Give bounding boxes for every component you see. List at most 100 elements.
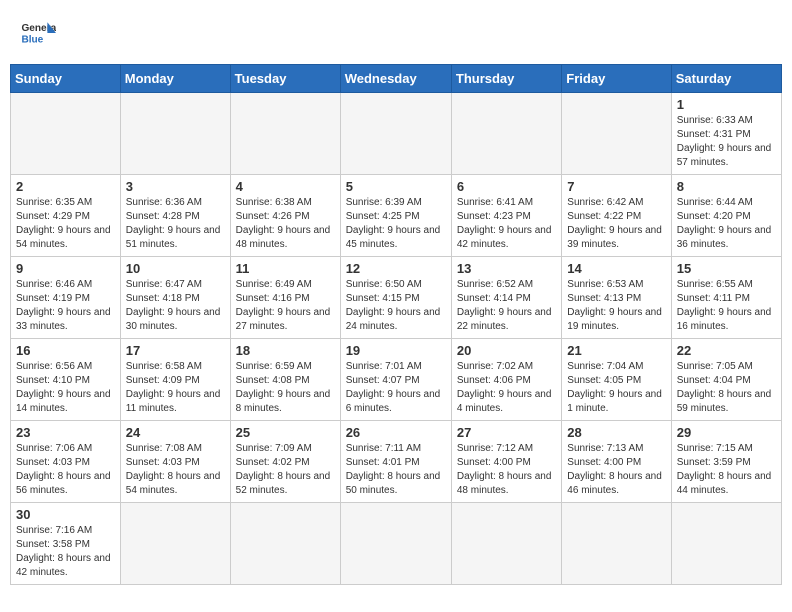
day-number: 16 bbox=[16, 343, 115, 358]
calendar-cell bbox=[562, 503, 671, 585]
calendar-cell bbox=[340, 93, 451, 175]
day-number: 30 bbox=[16, 507, 115, 522]
calendar-cell: 14 Sunrise: 6:53 AM Sunset: 4:13 PM Dayli… bbox=[562, 257, 671, 339]
calendar-cell: 1Sunrise: 6:33 AM Sunset: 4:31 PM Daylig… bbox=[671, 93, 781, 175]
day-number: 14 bbox=[567, 261, 665, 276]
calendar-cell bbox=[120, 503, 230, 585]
day-info: Sunrise: 7:04 AM Sunset: 4:05 PM Dayligh… bbox=[567, 360, 665, 416]
calendar-cell: 28Sunrise: 7:13 AM Sunset: 4:00 PM Dayli… bbox=[562, 421, 671, 503]
calendar-cell: 30 Sunrise: 7:16 AM Sunset: 3:58 PM Dayli… bbox=[11, 503, 121, 585]
day-number: 26 bbox=[346, 425, 446, 440]
calendar-cell: 21 Sunrise: 7:04 AM Sunset: 4:05 PM Dayli… bbox=[562, 339, 671, 421]
day-info: Sunrise: 7:02 AM Sunset: 4:06 PM Dayligh… bbox=[457, 360, 556, 416]
day-info: Sunrise: 6:46 AM Sunset: 4:19 PM Dayligh… bbox=[16, 278, 115, 334]
day-info: Sunrise: 7:11 AM Sunset: 4:01 PM Dayligh… bbox=[346, 442, 446, 498]
day-info: Sunrise: 7:06 AM Sunset: 4:03 PM Dayligh… bbox=[16, 442, 115, 498]
day-number: 10 bbox=[126, 261, 225, 276]
calendar-cell bbox=[451, 503, 561, 585]
calendar-cell: 2 Sunrise: 6:35 AM Sunset: 4:29 PM Daylig… bbox=[11, 175, 121, 257]
calendar-cell: 13 Sunrise: 6:52 AM Sunset: 4:14 PM Dayli… bbox=[451, 257, 561, 339]
calendar-cell: 12 Sunrise: 6:50 AM Sunset: 4:15 PM Dayli… bbox=[340, 257, 451, 339]
day-number: 6 bbox=[457, 179, 556, 194]
day-number: 25 bbox=[236, 425, 335, 440]
calendar-cell: 22 Sunrise: 7:05 AM Sunset: 4:04 PM Dayli… bbox=[671, 339, 781, 421]
day-number: 9 bbox=[16, 261, 115, 276]
day-info: Sunrise: 6:41 AM Sunset: 4:23 PM Dayligh… bbox=[457, 196, 556, 252]
day-number: 23 bbox=[16, 425, 115, 440]
calendar-cell: 27Sunrise: 7:12 AM Sunset: 4:00 PM Dayli… bbox=[451, 421, 561, 503]
calendar-header-friday: Friday bbox=[562, 65, 671, 93]
day-number: 18 bbox=[236, 343, 335, 358]
day-number: 2 bbox=[16, 179, 115, 194]
day-number: 19 bbox=[346, 343, 446, 358]
day-info: Sunrise: 6:58 AM Sunset: 4:09 PM Dayligh… bbox=[126, 360, 225, 416]
calendar-cell: 25Sunrise: 7:09 AM Sunset: 4:02 PM Dayli… bbox=[230, 421, 340, 503]
day-info: Sunrise: 7:05 AM Sunset: 4:04 PM Dayligh… bbox=[677, 360, 776, 416]
day-number: 12 bbox=[346, 261, 446, 276]
svg-text:Blue: Blue bbox=[21, 34, 43, 45]
day-info: Sunrise: 6:59 AM Sunset: 4:08 PM Dayligh… bbox=[236, 360, 335, 416]
day-info: Sunrise: 6:44 AM Sunset: 4:20 PM Dayligh… bbox=[677, 196, 776, 252]
day-number: 24 bbox=[126, 425, 225, 440]
calendar-week-row: 2 Sunrise: 6:35 AM Sunset: 4:29 PM Daylig… bbox=[11, 175, 782, 257]
calendar-header-saturday: Saturday bbox=[671, 65, 781, 93]
day-info: Sunrise: 6:35 AM Sunset: 4:29 PM Dayligh… bbox=[16, 196, 115, 252]
day-info: Sunrise: 7:13 AM Sunset: 4:00 PM Dayligh… bbox=[567, 442, 665, 498]
day-number: 21 bbox=[567, 343, 665, 358]
day-number: 13 bbox=[457, 261, 556, 276]
day-info: Sunrise: 7:16 AM Sunset: 3:58 PM Dayligh… bbox=[16, 524, 115, 580]
calendar-cell: 8 Sunrise: 6:44 AM Sunset: 4:20 PM Daylig… bbox=[671, 175, 781, 257]
day-info: Sunrise: 6:53 AM Sunset: 4:13 PM Dayligh… bbox=[567, 278, 665, 334]
calendar-cell: 7Sunrise: 6:42 AM Sunset: 4:22 PM Daylig… bbox=[562, 175, 671, 257]
day-number: 27 bbox=[457, 425, 556, 440]
calendar-week-row: 16Sunrise: 6:56 AM Sunset: 4:10 PM Dayli… bbox=[11, 339, 782, 421]
day-number: 5 bbox=[346, 179, 446, 194]
calendar-cell: 17 Sunrise: 6:58 AM Sunset: 4:09 PM Dayli… bbox=[120, 339, 230, 421]
day-number: 22 bbox=[677, 343, 776, 358]
calendar-cell bbox=[340, 503, 451, 585]
calendar-cell: 3 Sunrise: 6:36 AM Sunset: 4:28 PM Daylig… bbox=[120, 175, 230, 257]
day-info: Sunrise: 6:47 AM Sunset: 4:18 PM Dayligh… bbox=[126, 278, 225, 334]
day-number: 7 bbox=[567, 179, 665, 194]
calendar-week-row: 9 Sunrise: 6:46 AM Sunset: 4:19 PM Daylig… bbox=[11, 257, 782, 339]
day-info: Sunrise: 6:33 AM Sunset: 4:31 PM Dayligh… bbox=[677, 114, 776, 170]
day-info: Sunrise: 7:01 AM Sunset: 4:07 PM Dayligh… bbox=[346, 360, 446, 416]
calendar-header-sunday: Sunday bbox=[11, 65, 121, 93]
day-number: 4 bbox=[236, 179, 335, 194]
calendar-cell: 29 Sunrise: 7:15 AM Sunset: 3:59 PM Dayli… bbox=[671, 421, 781, 503]
day-number: 20 bbox=[457, 343, 556, 358]
calendar-cell: 10 Sunrise: 6:47 AM Sunset: 4:18 PM Dayli… bbox=[120, 257, 230, 339]
calendar-cell: 15Sunrise: 6:55 AM Sunset: 4:11 PM Dayli… bbox=[671, 257, 781, 339]
day-info: Sunrise: 7:15 AM Sunset: 3:59 PM Dayligh… bbox=[677, 442, 776, 498]
day-info: Sunrise: 6:36 AM Sunset: 4:28 PM Dayligh… bbox=[126, 196, 225, 252]
calendar-cell: 5 Sunrise: 6:39 AM Sunset: 4:25 PM Daylig… bbox=[340, 175, 451, 257]
day-number: 17 bbox=[126, 343, 225, 358]
day-info: Sunrise: 6:49 AM Sunset: 4:16 PM Dayligh… bbox=[236, 278, 335, 334]
calendar-cell bbox=[671, 503, 781, 585]
calendar-cell: 4Sunrise: 6:38 AM Sunset: 4:26 PM Daylig… bbox=[230, 175, 340, 257]
day-number: 8 bbox=[677, 179, 776, 194]
day-info: Sunrise: 6:55 AM Sunset: 4:11 PM Dayligh… bbox=[677, 278, 776, 334]
day-info: Sunrise: 6:50 AM Sunset: 4:15 PM Dayligh… bbox=[346, 278, 446, 334]
calendar-cell: 19 Sunrise: 7:01 AM Sunset: 4:07 PM Dayli… bbox=[340, 339, 451, 421]
calendar-week-row: 1Sunrise: 6:33 AM Sunset: 4:31 PM Daylig… bbox=[11, 93, 782, 175]
page-header: General Blue bbox=[10, 10, 782, 56]
calendar-cell bbox=[230, 503, 340, 585]
day-number: 11 bbox=[236, 261, 335, 276]
calendar-table: SundayMondayTuesdayWednesdayThursdayFrid… bbox=[10, 64, 782, 585]
day-number: 3 bbox=[126, 179, 225, 194]
calendar-cell: 11 Sunrise: 6:49 AM Sunset: 4:16 PM Dayli… bbox=[230, 257, 340, 339]
day-info: Sunrise: 6:39 AM Sunset: 4:25 PM Dayligh… bbox=[346, 196, 446, 252]
calendar-cell: 24Sunrise: 7:08 AM Sunset: 4:03 PM Dayli… bbox=[120, 421, 230, 503]
day-number: 29 bbox=[677, 425, 776, 440]
calendar-header-tuesday: Tuesday bbox=[230, 65, 340, 93]
calendar-week-row: 30 Sunrise: 7:16 AM Sunset: 3:58 PM Dayli… bbox=[11, 503, 782, 585]
calendar-header-wednesday: Wednesday bbox=[340, 65, 451, 93]
calendar-cell bbox=[451, 93, 561, 175]
calendar-header-thursday: Thursday bbox=[451, 65, 561, 93]
day-info: Sunrise: 6:52 AM Sunset: 4:14 PM Dayligh… bbox=[457, 278, 556, 334]
calendar-cell bbox=[230, 93, 340, 175]
calendar-header-monday: Monday bbox=[120, 65, 230, 93]
calendar-cell: 6 Sunrise: 6:41 AM Sunset: 4:23 PM Daylig… bbox=[451, 175, 561, 257]
calendar-cell bbox=[11, 93, 121, 175]
